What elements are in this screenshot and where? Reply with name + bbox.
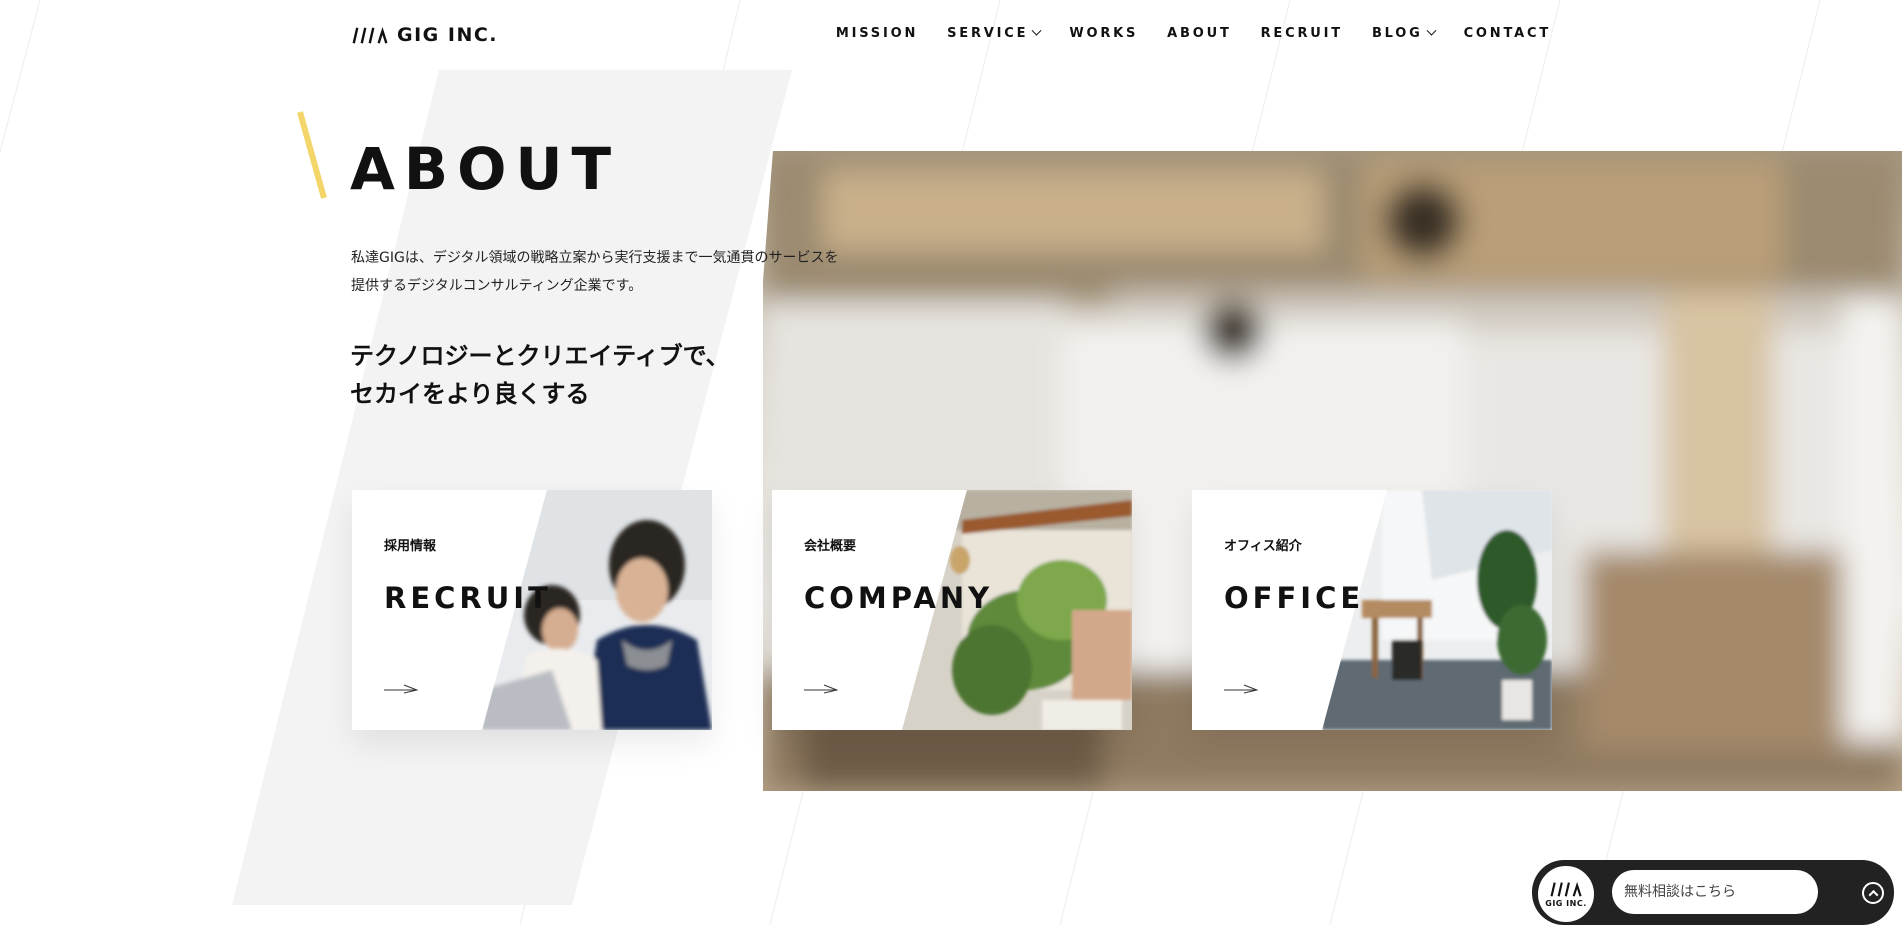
card-subtitle: オフィス紹介 — [1224, 539, 1302, 554]
nav-label: RECRUIT — [1260, 26, 1343, 41]
nav-label: CONTACT — [1463, 26, 1551, 41]
catch-line: テクノロジーとクリエイティブで、 — [350, 342, 730, 370]
chat-input[interactable] — [1612, 870, 1818, 914]
chevron-up-icon[interactable] — [1862, 882, 1884, 904]
about-description: 私達GIGは、デジタル領域の戦略立案から実行支援まで一気通貫のサービスを 提供す… — [351, 244, 871, 300]
card-title: RECRUIT — [384, 581, 552, 615]
chevron-down-icon — [1426, 25, 1437, 36]
site-logo[interactable]: GIG INC. — [351, 24, 498, 46]
card-title: COMPANY — [804, 581, 994, 615]
recruit-card[interactable]: 採用情報 RECRUIT — [352, 490, 712, 730]
catch-line: セカイをより良くする — [350, 380, 590, 408]
nav-item-service[interactable]: SERVICE — [947, 25, 1042, 41]
nav-item-recruit[interactable]: RECRUIT — [1261, 26, 1343, 41]
description-line: 提供するデジタルコンサルティング企業です。 — [351, 278, 643, 294]
nav-label: MISSION — [835, 26, 919, 41]
chat-logo-text: GIG INC. — [1545, 898, 1587, 908]
site-header: GIG INC. MISSION SERVICE WORKS ABOUT REC… — [0, 0, 1902, 70]
logo-mark-icon — [1550, 881, 1582, 897]
card-subtitle: 会社概要 — [804, 539, 857, 554]
logo-mark-icon — [352, 27, 388, 44]
nav-item-contact[interactable]: CONTACT — [1464, 26, 1551, 41]
description-line: 私達GIGは、デジタル領域の戦略立案から実行支援まで一気通貫のサービスを — [351, 250, 839, 266]
nav-label: WORKS — [1069, 26, 1139, 41]
nav-label: BLOG — [1371, 26, 1423, 41]
nav-label: SERVICE — [947, 26, 1029, 41]
nav-item-about[interactable]: ABOUT — [1167, 26, 1231, 41]
company-card[interactable]: 会社概要 COMPANY — [772, 490, 1132, 730]
card-subtitle: 採用情報 — [384, 539, 437, 554]
nav-item-works[interactable]: WORKS — [1069, 26, 1138, 41]
logo-text: GIG INC. — [397, 24, 499, 46]
nav-item-blog[interactable]: BLOG — [1371, 25, 1437, 41]
arrow-right-icon — [384, 684, 418, 694]
card-title: OFFICE — [1224, 581, 1365, 615]
accent-slash — [297, 111, 327, 199]
arrow-right-icon — [1224, 684, 1258, 694]
chat-widget: GIG INC. — [1532, 860, 1894, 925]
office-card[interactable]: オフィス紹介 OFFICE — [1192, 490, 1552, 730]
chevron-down-icon — [1031, 25, 1042, 36]
nav-label: ABOUT — [1167, 26, 1232, 41]
chevron-up-glyph — [1868, 889, 1878, 900]
chat-logo[interactable]: GIG INC. — [1536, 864, 1596, 924]
arrow-right-icon — [804, 684, 838, 694]
nav-item-mission[interactable]: MISSION — [836, 26, 918, 41]
main-nav: MISSION SERVICE WORKS ABOUT RECRUIT BLOG… — [836, 25, 1551, 41]
about-catchphrase: テクノロジーとクリエイティブで、 セカイをより良くする — [350, 337, 830, 413]
about-title: ABOUT — [350, 135, 621, 203]
